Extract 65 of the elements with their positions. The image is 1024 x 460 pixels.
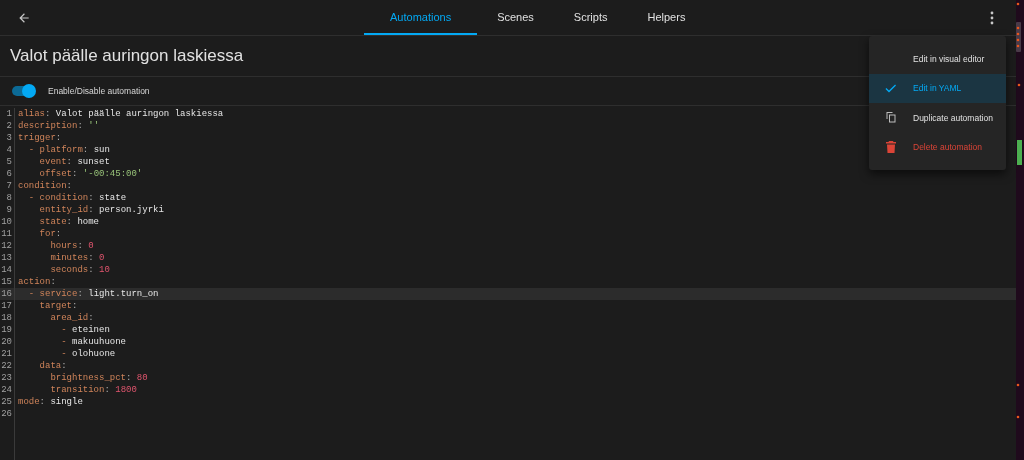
line-number: 21	[0, 348, 15, 360]
more-options-icon[interactable]	[990, 10, 994, 25]
tab[interactable]: Scripts	[553, 0, 628, 35]
menu-item[interactable]: Duplicate automation	[869, 103, 1006, 133]
code-line[interactable]: seconds: 10	[15, 264, 110, 276]
code-line[interactable]: state: home	[15, 216, 100, 228]
automation-title: Valot päälle auringon laskiessa	[10, 46, 244, 67]
code-line[interactable]: - makuuhuone	[15, 336, 127, 348]
code-line[interactable]: trigger:	[15, 132, 62, 144]
line-number: 5	[0, 156, 15, 168]
code-line[interactable]: data:	[15, 360, 67, 372]
line-number: 11	[0, 228, 15, 240]
line-number: 9	[0, 204, 15, 216]
line-number: 24	[0, 384, 15, 396]
code-line[interactable]: brightness_pct: 80	[15, 372, 148, 384]
code-line[interactable]: event: sunset	[15, 156, 110, 168]
code-line[interactable]: hours: 0	[15, 240, 94, 252]
toggle-switch[interactable]	[12, 84, 36, 99]
line-number: 22	[0, 360, 15, 372]
line-number: 4	[0, 144, 15, 156]
line-number: 12	[0, 240, 15, 252]
code-line[interactable]: minutes: 0	[15, 252, 105, 264]
code-line[interactable]: action:	[15, 276, 56, 288]
line-number: 13	[0, 252, 15, 264]
line-number: 6	[0, 168, 15, 180]
line-number: 18	[0, 312, 15, 324]
tab[interactable]: Automations	[364, 0, 478, 35]
line-number: 16	[0, 288, 15, 300]
code-line[interactable]: - condition: state	[15, 192, 127, 204]
menu-item[interactable]: Delete automation	[869, 132, 1006, 162]
tab[interactable]: Helpers	[627, 0, 706, 35]
code-line[interactable]: - service: light.turn_on	[15, 288, 159, 300]
line-number: 1	[0, 108, 15, 120]
line-number: 25	[0, 396, 15, 408]
line-number: 23	[0, 372, 15, 384]
code-line[interactable]: offset: '-00:45:00'	[15, 168, 143, 180]
menu-item[interactable]: Edit in YAML	[869, 73, 1006, 103]
code-line[interactable]: - eteinen	[15, 324, 110, 336]
code-line[interactable]: - olohuone	[15, 348, 116, 360]
line-number: 7	[0, 180, 15, 192]
line-number: 10	[0, 216, 15, 228]
code-line[interactable]: target:	[15, 300, 78, 312]
tab[interactable]: Scenes	[477, 0, 554, 35]
trash-icon	[886, 141, 896, 154]
code-line[interactable]: - platform: sun	[15, 144, 110, 156]
line-number: 19	[0, 324, 15, 336]
line-number: 2	[0, 120, 15, 132]
check-icon	[885, 83, 897, 94]
code-line[interactable]: transition: 1800	[15, 384, 137, 396]
code-line[interactable]: entity_id: person.jyrki	[15, 204, 164, 216]
code-line[interactable]: for:	[15, 228, 62, 240]
menu-item[interactable]: Edit in visual editor	[869, 44, 1006, 74]
line-number: 26	[0, 408, 15, 420]
line-number: 17	[0, 300, 15, 312]
code-line[interactable]: alias: Valot päälle auringon laskiessa	[15, 108, 224, 120]
copy-icon	[885, 111, 897, 125]
line-number: 3	[0, 132, 15, 144]
toggle-label: Enable/Disable automation	[48, 86, 150, 97]
code-line[interactable]: description: ''	[15, 120, 100, 132]
code-line[interactable]: area_id:	[15, 312, 94, 324]
line-number: 20	[0, 336, 15, 348]
code-line[interactable]: mode: single	[15, 396, 83, 408]
code-line[interactable]: condition:	[15, 180, 72, 192]
line-number: 8	[0, 192, 15, 204]
line-number: 14	[0, 264, 15, 276]
